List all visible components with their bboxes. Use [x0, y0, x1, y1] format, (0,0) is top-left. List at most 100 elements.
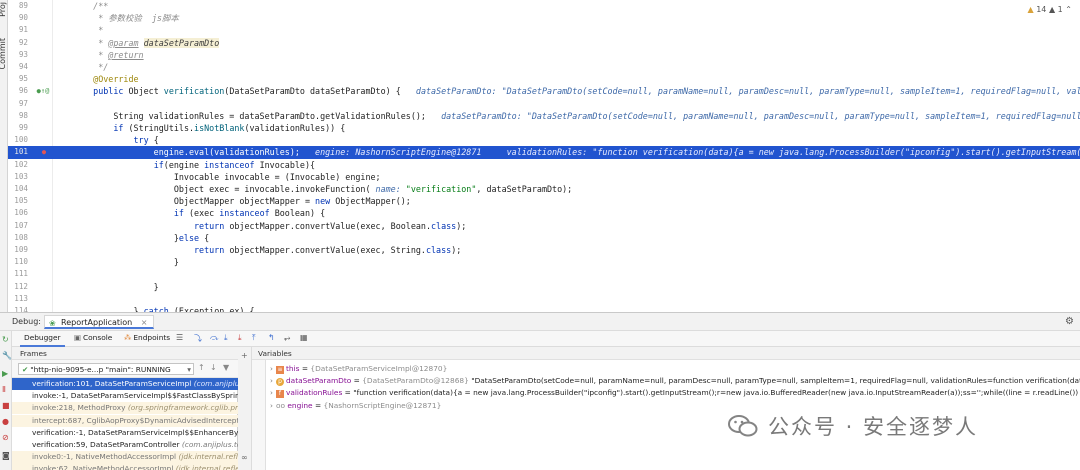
line-number: 107 — [14, 220, 28, 230]
code-token: objectMapper.convertValue(exec, String. — [224, 245, 426, 255]
code-line[interactable]: 97 — [8, 98, 1080, 110]
code-line[interactable]: 105 ObjectMapper objectMapper = new Obje… — [8, 195, 1080, 207]
variable-row[interactable]: › ≡ this = {DataSetParamServiceImpl@12870} — [266, 363, 1080, 375]
code-line[interactable]: 110 } — [8, 256, 1080, 268]
variable-row[interactable]: › f validationRules = "function verificati… — [266, 387, 1080, 399]
code-line[interactable]: 93 * @return — [8, 49, 1080, 61]
camera-icon[interactable]: ◙ — [2, 451, 10, 460]
code-line[interactable]: 96 ●↑@ public Object verification(DataSet… — [8, 85, 1080, 97]
menu-icon[interactable]: ☰ — [176, 333, 183, 342]
code-text: String validationRules = dataSetParamDto… — [73, 110, 1080, 122]
code-text: }else { — [73, 232, 209, 244]
close-icon[interactable]: × — [141, 318, 148, 327]
frame-item[interactable]: verification:59, DataSetParamController … — [12, 439, 238, 451]
force-step-into-icon[interactable]: ⤓ — [238, 333, 242, 343]
left-tool-strip: Proj Commit — [0, 0, 8, 312]
tab-endpoints-label: Endpoints — [133, 333, 171, 342]
code-token: * — [73, 37, 109, 48]
tab-console[interactable]: ▣ Console — [74, 333, 112, 345]
code-line[interactable]: 104 Object exec = invocable.invokeFuncti… — [8, 183, 1080, 195]
tab-endpoints[interactable]: ⁂ Endpoints — [124, 333, 170, 345]
step-into-icon[interactable]: ⤓ — [224, 333, 228, 343]
frame-item[interactable]: invoke0:-1, NativeMethodAccessorImpl (jd… — [12, 451, 238, 464]
code-line[interactable]: 112 } — [8, 281, 1080, 293]
info-icon: ▲ — [1048, 5, 1056, 14]
debug-tool-window: Debug: ❀ ReportApplication × ⚙ ↻ 🔧 ▶ Ⅱ ■… — [0, 312, 1080, 470]
drop-frame-icon[interactable]: ↰ — [268, 333, 275, 342]
step-out-icon[interactable]: ⤒ — [252, 333, 256, 343]
code-line[interactable]: 107 return objectMapper.convertValue(exe… — [8, 220, 1080, 232]
check-icon: ✔ — [22, 365, 29, 374]
mute-breakpoints-icon[interactable]: ⊘ — [2, 433, 9, 442]
code-line[interactable]: 108 }else { — [8, 232, 1080, 244]
code-token: */ — [73, 62, 109, 72]
evaluate-expression-icon[interactable]: ▦ — [300, 333, 308, 342]
code-line[interactable]: 111 — [8, 268, 1080, 280]
thread-select[interactable]: ✔ "http-nio-9095-e...p "main": RUNNING ▾ — [18, 363, 194, 375]
frame-item[interactable]: verification:-1, DataSetParamServiceImpl… — [12, 427, 238, 439]
code-text: public Object verification(DataSetParamD… — [73, 85, 1080, 97]
variable-name: this — [285, 364, 300, 373]
current-execution-line[interactable]: 101 ● engine.eval(validationRules); engin… — [8, 146, 1080, 159]
code-token: (engine — [163, 159, 205, 170]
code-line[interactable]: 99 if (StringUtils.isNotBlank(validation… — [8, 122, 1080, 134]
commit-tool-tab[interactable]: Commit — [0, 38, 7, 69]
code-line[interactable]: 91 * — [8, 24, 1080, 36]
chevron-right-icon[interactable]: › — [270, 401, 273, 410]
code-line[interactable]: 114 } catch (Exception ex) { — [8, 305, 1080, 312]
glasses-icon[interactable]: ∞ — [241, 453, 248, 462]
stop-icon[interactable]: ■ — [2, 401, 10, 410]
wrench-icon[interactable]: 🔧 — [2, 351, 12, 360]
code-line[interactable]: 98 String validationRules = dataSetParam… — [8, 110, 1080, 122]
frame-item[interactable]: verification:101, DataSetParamServiceImp… — [12, 378, 238, 390]
breakpoint-icon[interactable]: ● — [40, 146, 48, 158]
variable-row[interactable]: › p dataSetParamDto = {DataSetParamDto@128… — [266, 375, 1080, 387]
step-over-icon[interactable]: ⤼ — [210, 333, 219, 343]
code-line[interactable]: 106 if (exec instanceof Boolean) { — [8, 207, 1080, 219]
frame-method: invoke:62, NativeMethodAccessorImpl — [32, 464, 176, 470]
run-to-cursor-icon[interactable]: ⥅ — [284, 333, 290, 343]
frame-item[interactable]: intercept:687, CglibAopProxy$DynamicAdvi… — [12, 414, 238, 427]
chevron-right-icon[interactable]: › — [270, 376, 273, 385]
code-editor[interactable]: 89 /** 90 * 参数校验 js脚本 91 * 92 * @param data… — [8, 0, 1080, 312]
code-line[interactable]: 109 return objectMapper.convertValue(exe… — [8, 244, 1080, 256]
frame-item[interactable]: invoke:62, NativeMethodAccessorImpl (jdk… — [12, 463, 238, 470]
code-line[interactable]: 103 Invocable invocable = (Invocable) en… — [8, 171, 1080, 183]
arrow-up-icon[interactable]: ↑ — [198, 363, 205, 372]
override-marker-icon[interactable]: ●↑@ — [34, 85, 52, 97]
watermark-text: 公众号 · 安全逐梦人 — [768, 415, 979, 439]
code-line[interactable]: 90 * 参数校验 js脚本 — [8, 12, 1080, 24]
arrow-down-icon[interactable]: ↓ — [210, 363, 217, 372]
filter-icon[interactable]: ▼ — [223, 363, 229, 372]
code-line[interactable]: 89 /** — [8, 0, 1080, 12]
frame-item[interactable]: invoke:-1, DataSetParamServiceImpl$$Fast… — [12, 390, 238, 402]
frame-item[interactable]: invoke:218, MethodProxy (org.springframe… — [12, 402, 238, 415]
tab-debugger[interactable]: Debugger — [20, 333, 65, 347]
add-icon[interactable]: + — [241, 351, 248, 360]
code-line[interactable]: 102 if(engine instanceof Invocable){ — [8, 159, 1080, 171]
gear-icon[interactable]: ⚙ — [1065, 316, 1074, 327]
line-number: 100 — [14, 135, 28, 145]
line-number: 92 — [18, 37, 28, 47]
chevron-right-icon[interactable]: › — [270, 364, 273, 373]
chevron-right-icon[interactable]: › — [270, 388, 273, 397]
rerun-icon[interactable]: ↻ — [2, 335, 9, 344]
project-tool-tab[interactable]: Proj — [0, 2, 7, 17]
resume-icon[interactable]: ▶ — [2, 369, 8, 378]
line-number: 103 — [14, 171, 28, 181]
inspection-widget[interactable]: ▲ 14 ▲ 1 ⌃ — [1025, 5, 1074, 14]
chevron-up-icon[interactable]: ⌃ — [1065, 5, 1072, 14]
pause-icon[interactable]: Ⅱ — [2, 385, 6, 394]
code-line[interactable]: 94 */ — [8, 61, 1080, 73]
view-breakpoints-icon[interactable]: ● — [2, 417, 9, 426]
code-line[interactable]: 113 — [8, 293, 1080, 305]
code-line[interactable]: 100 try { — [8, 134, 1080, 146]
code-line[interactable]: 92 * @param dataSetParamDto — [8, 37, 1080, 49]
code-line[interactable]: 95 @Override — [8, 73, 1080, 85]
run-config-tab[interactable]: ❀ ReportApplication × — [44, 315, 155, 329]
show-execution-point-icon[interactable]: ⤵ — [194, 333, 202, 344]
equals-sign: = — [312, 400, 324, 410]
watch-glasses-icon: oo — [275, 400, 288, 410]
frame-location: (org.springframework.cglib.proxy) — [127, 403, 238, 413]
